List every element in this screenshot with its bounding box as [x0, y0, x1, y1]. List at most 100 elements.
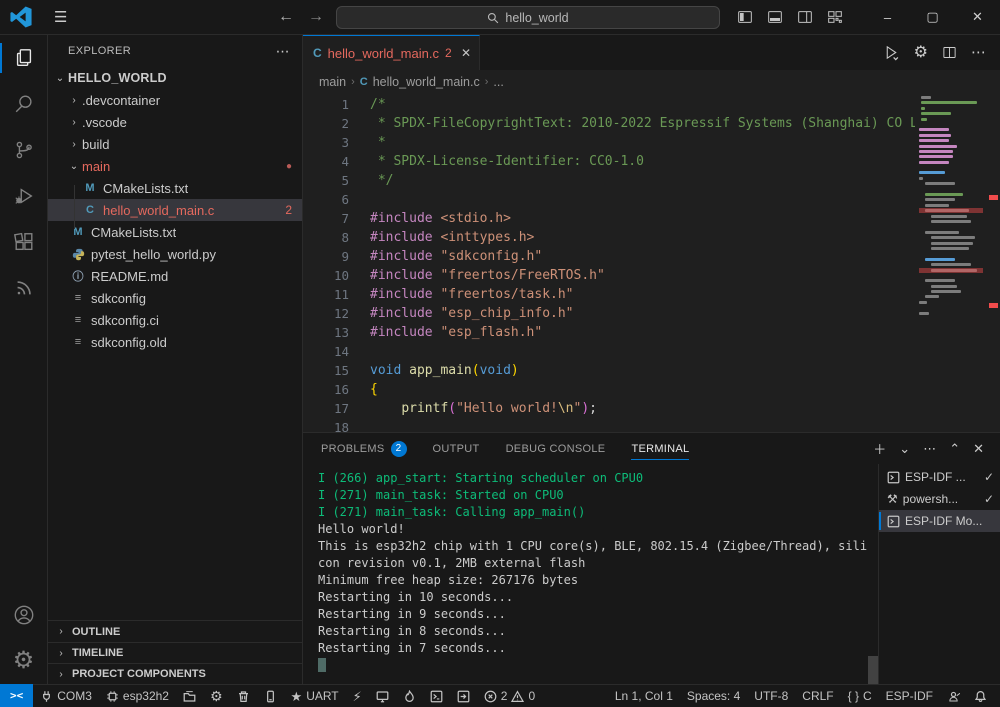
terminal-output[interactable]: I (266) app_start: Starting scheduler on…: [303, 464, 868, 684]
tree-item--vscode[interactable]: ›.vscode: [48, 111, 302, 133]
code-line-2[interactable]: 2 * SPDX-FileCopyrightText: 2010-2022 Es…: [303, 114, 1000, 133]
tree-item-build[interactable]: ›build: [48, 133, 302, 155]
breadcrumb-file[interactable]: hello_world_main.c: [373, 75, 480, 89]
status-com3-item[interactable]: COM3: [33, 685, 99, 707]
status-terminal-box-item[interactable]: [423, 685, 450, 707]
activity-accounts-icon[interactable]: [0, 592, 48, 638]
tree-item--devcontainer[interactable]: ›.devcontainer: [48, 89, 302, 111]
terminal-scrollbar-thumb[interactable]: [868, 656, 878, 684]
command-center-search[interactable]: hello_world: [336, 6, 720, 29]
status-language-mode-item[interactable]: { }C: [841, 685, 879, 707]
status-esp-idf-item[interactable]: ESP-IDF: [879, 685, 940, 707]
code-line-11[interactable]: 11#include "freertos/task.h": [303, 285, 1000, 304]
minimize-button[interactable]: –: [865, 0, 910, 34]
more-actions-icon[interactable]: ⋯: [971, 45, 986, 60]
breadcrumb-more[interactable]: ...: [493, 75, 503, 89]
code-line-12[interactable]: 12#include "esp_chip_info.h": [303, 304, 1000, 323]
status-uart-item[interactable]: ★UART: [284, 685, 346, 707]
code-line-5[interactable]: 5 */: [303, 171, 1000, 190]
status-indentation-item[interactable]: Spaces: 4: [680, 685, 747, 707]
layout-customize-icon[interactable]: [827, 9, 843, 25]
code-line-8[interactable]: 8#include <inttypes.h>: [303, 228, 1000, 247]
settings-gear-icon[interactable]: ⚙: [914, 45, 928, 61]
code-line-10[interactable]: 10#include "freertos/FreeRTOS.h": [303, 266, 1000, 285]
code-line-17[interactable]: 17 printf("Hello world!\n");: [303, 399, 1000, 418]
tree-item-cmakelists-txt[interactable]: MCMakeLists.txt: [48, 177, 302, 199]
panel-tab-problems[interactable]: PROBLEMS2: [321, 433, 407, 464]
activity-espressif-icon[interactable]: [0, 265, 48, 311]
status-box-arrow-item[interactable]: [450, 685, 477, 707]
tree-item-main[interactable]: ⌄main●: [48, 155, 302, 177]
breadcrumb[interactable]: main › C hello_world_main.c › ...: [303, 70, 1000, 93]
code-line-13[interactable]: 13#include "esp_flash.h": [303, 323, 1000, 342]
status-eol-item[interactable]: CRLF: [795, 685, 840, 707]
activity-settings-icon[interactable]: ⚙: [0, 638, 48, 684]
code-line-16[interactable]: 16{: [303, 380, 1000, 399]
code-line-9[interactable]: 9#include "sdkconfig.h": [303, 247, 1000, 266]
close-button[interactable]: ✕: [955, 0, 1000, 34]
code-editor[interactable]: 1/*2 * SPDX-FileCopyrightText: 2010-2022…: [303, 93, 1000, 432]
layout-panel-icon[interactable]: [767, 9, 783, 25]
tree-item-sdkconfig[interactable]: ≡sdkconfig: [48, 287, 302, 309]
panel-tab-terminal[interactable]: TERMINAL: [631, 433, 689, 464]
explorer-more-icon[interactable]: ⋯: [276, 43, 290, 60]
section-outline[interactable]: ›OUTLINE: [48, 621, 302, 642]
split-editor-icon[interactable]: [942, 45, 957, 60]
status-flame-item[interactable]: [396, 685, 423, 707]
section-project-components[interactable]: ›PROJECT COMPONENTS: [48, 663, 302, 684]
tree-item-sdkconfig-old[interactable]: ≡sdkconfig.old: [48, 331, 302, 353]
status-zap-item[interactable]: ⚡: [346, 685, 369, 707]
run-button[interactable]: [883, 44, 900, 61]
code-line-18[interactable]: 18: [303, 418, 1000, 432]
back-icon[interactable]: ←: [278, 8, 294, 26]
terminal-instance-esp-idf-[interactable]: ESP-IDF ...✓: [879, 466, 1000, 488]
maximize-button[interactable]: ▢: [910, 0, 955, 34]
code-line-3[interactable]: 3 *: [303, 133, 1000, 152]
maximize-panel-icon[interactable]: ⌃: [949, 441, 960, 457]
panel-tab-output[interactable]: OUTPUT: [433, 433, 480, 464]
code-line-14[interactable]: 14: [303, 342, 1000, 361]
status-problems-item[interactable]: 20: [477, 685, 542, 707]
status-folder-library-item[interactable]: [176, 685, 203, 707]
more-actions-icon[interactable]: ⋯: [923, 441, 936, 457]
status-device-item[interactable]: [257, 685, 284, 707]
status-esp32h2-item[interactable]: esp32h2: [99, 685, 176, 707]
panel-tab-debug-console[interactable]: DEBUG CONSOLE: [506, 433, 606, 464]
code-line-15[interactable]: 15void app_main(void): [303, 361, 1000, 380]
terminal-instance-powersh-[interactable]: ⚒powersh...✓: [879, 488, 1000, 510]
activity-explorer-icon[interactable]: [0, 35, 48, 81]
layout-sidebar-left-icon[interactable]: [737, 9, 753, 25]
code-line-6[interactable]: 6: [303, 190, 1000, 209]
terminal-instance-esp-idf-mo-[interactable]: ESP-IDF Mo...: [879, 510, 1000, 532]
activity-search-icon[interactable]: [0, 81, 48, 127]
tab-hello-world-main-c[interactable]: C hello_world_main.c 2 ✕: [303, 35, 480, 70]
tree-item-readme-md[interactable]: ⓘREADME.md: [48, 265, 302, 287]
remote-indicator[interactable]: ><: [0, 684, 33, 707]
status-feedback-item[interactable]: [940, 685, 967, 707]
breadcrumb-folder[interactable]: main: [319, 75, 346, 89]
menu-icon[interactable]: ☰: [44, 8, 77, 26]
close-panel-icon[interactable]: ✕: [973, 441, 984, 457]
layout-sidebar-right-icon[interactable]: [797, 9, 813, 25]
terminal-dropdown-icon[interactable]: ⌄: [899, 441, 910, 457]
status-monitor-item[interactable]: [369, 685, 396, 707]
tree-item-hello-world-main-c[interactable]: Chello_world_main.c2: [48, 199, 302, 221]
tab-close-icon[interactable]: ✕: [461, 46, 471, 60]
tree-item-sdkconfig-ci[interactable]: ≡sdkconfig.ci: [48, 309, 302, 331]
activity-run-debug-icon[interactable]: [0, 173, 48, 219]
status-encoding-item[interactable]: UTF-8: [747, 685, 795, 707]
tree-item-pytest-hello-world-py[interactable]: pytest_hello_world.py: [48, 243, 302, 265]
code-line-4[interactable]: 4 * SPDX-License-Identifier: CC0-1.0: [303, 152, 1000, 171]
status-notifications-item[interactable]: [967, 685, 994, 707]
code-line-7[interactable]: 7#include <stdio.h>: [303, 209, 1000, 228]
minimap[interactable]: [915, 93, 985, 341]
status-gear-small-item[interactable]: ⚙: [203, 685, 230, 707]
activity-extensions-icon[interactable]: [0, 219, 48, 265]
section-timeline[interactable]: ›TIMELINE: [48, 642, 302, 663]
status-cursor-position-item[interactable]: Ln 1, Col 1: [608, 685, 680, 707]
status-trash-item[interactable]: [230, 685, 257, 707]
forward-icon[interactable]: →: [308, 8, 324, 26]
activity-source-control-icon[interactable]: [0, 127, 48, 173]
tree-root-hello-world[interactable]: ⌄HELLO_WORLD: [48, 67, 302, 89]
code-line-1[interactable]: 1/*: [303, 95, 1000, 114]
